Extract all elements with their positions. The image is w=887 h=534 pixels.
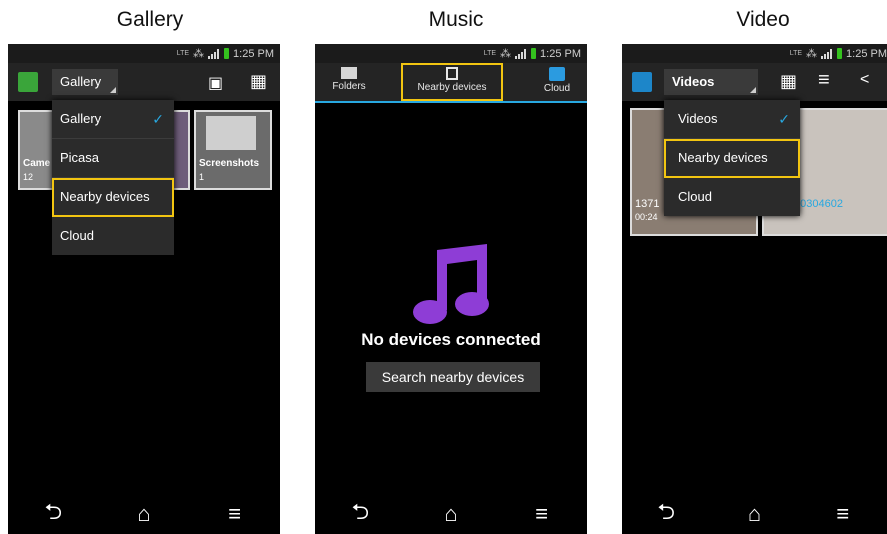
menu-icon[interactable]: ≡ <box>823 501 863 527</box>
tab-cloud[interactable]: Cloud <box>529 63 585 101</box>
back-icon[interactable]: ⮌ <box>33 495 73 533</box>
menu-item-label: Nearby devices <box>60 189 150 204</box>
video-dropdown-button[interactable]: Videos <box>664 69 758 95</box>
album-label: Came <box>23 158 51 169</box>
status-time: 1:25 PM <box>540 47 581 60</box>
battery-icon <box>531 48 537 59</box>
back-icon[interactable]: ⮌ <box>340 495 380 533</box>
search-button-label: Search nearby devices <box>381 369 525 385</box>
gallery-screen: LTE ⁂ 1:25 PM Gallery ▣ ▦ Came 12 Screen… <box>8 44 280 534</box>
nav-bar: ⮌ ⌂ ≡ <box>8 494 280 534</box>
menu-item-videos[interactable]: Videos ✓ <box>664 100 800 139</box>
nav-bar: ⮌ ⌂ ≡ <box>315 494 587 534</box>
network-label: LTE <box>176 50 190 57</box>
gallery-dropdown-menu: Gallery ✓ Picasa Nearby devices Cloud <box>52 100 174 255</box>
tab-label: Folders <box>332 81 366 92</box>
menu-item-nearby-devices[interactable]: Nearby devices <box>52 178 174 217</box>
home-icon[interactable]: ⌂ <box>734 501 774 527</box>
network-label: LTE <box>483 50 497 57</box>
gallery-app-icon <box>18 72 38 92</box>
empty-state-title: No devices connected <box>361 330 541 349</box>
album-count: 1 <box>199 172 205 182</box>
video-title: 1371 <box>635 198 660 210</box>
menu-icon[interactable]: ≡ <box>215 501 255 527</box>
menu-item-label: Videos <box>678 111 718 126</box>
battery-icon <box>837 48 843 59</box>
menu-icon[interactable]: ≡ <box>522 501 562 527</box>
video-screen: LTE ⁂ 1:25 PM Videos ▦ ≡ < 1371 00:24 20… <box>622 44 887 534</box>
signal-icon <box>208 48 220 59</box>
menu-item-picasa[interactable]: Picasa <box>52 139 174 178</box>
menu-item-label: Picasa <box>60 150 100 165</box>
network-label: LTE <box>789 50 803 57</box>
gallery-dropdown-button[interactable]: Gallery <box>52 69 118 95</box>
album-count: 12 <box>23 172 34 182</box>
menu-item-cloud[interactable]: Cloud <box>52 217 174 255</box>
video-dropdown-label: Videos <box>672 74 715 89</box>
video-action-bar: Videos ▦ ≡ < <box>622 63 887 101</box>
grid-view-icon[interactable]: ▦ <box>250 71 267 92</box>
menu-item-label: Cloud <box>60 228 94 243</box>
playlist-icon[interactable]: ≡ <box>818 69 830 92</box>
tab-label: Cloud <box>543 83 571 94</box>
menu-item-cloud[interactable]: Cloud <box>664 178 800 216</box>
video-caption: Video <box>736 8 790 31</box>
sync-icon: ⁂ <box>500 48 512 60</box>
signal-icon <box>821 48 833 59</box>
menu-item-label: Nearby devices <box>678 150 768 165</box>
menu-item-label: Cloud <box>678 189 712 204</box>
gallery-dropdown-label: Gallery <box>60 74 102 89</box>
gallery-caption: Gallery <box>116 8 184 31</box>
camera-icon[interactable]: ▣ <box>208 73 223 93</box>
cloud-icon <box>549 67 565 81</box>
sync-icon: ⁂ <box>193 48 205 60</box>
sync-icon: ⁂ <box>806 48 818 60</box>
tab-label: Nearby devices <box>417 82 487 93</box>
status-time: 1:25 PM <box>846 47 887 60</box>
nav-bar: ⮌ ⌂ ≡ <box>622 494 887 534</box>
menu-item-nearby-devices[interactable]: Nearby devices <box>664 139 800 178</box>
grid-view-icon[interactable]: ▦ <box>780 71 797 92</box>
status-bar: LTE ⁂ 1:25 PM <box>315 44 587 63</box>
music-note-icon <box>413 244 489 324</box>
folder-icon <box>341 67 357 79</box>
search-nearby-devices-button[interactable]: Search nearby devices <box>366 362 540 392</box>
status-bar: LTE ⁂ 1:25 PM <box>8 44 280 63</box>
battery-icon <box>224 48 230 59</box>
music-caption: Music <box>428 8 484 31</box>
gallery-action-bar: Gallery ▣ ▦ <box>8 63 280 101</box>
video-app-icon <box>632 72 652 92</box>
check-icon: ✓ <box>152 111 164 127</box>
album-label: Screenshots <box>199 158 260 169</box>
home-icon[interactable]: ⌂ <box>431 501 471 527</box>
share-icon[interactable]: < <box>860 71 869 89</box>
music-tab-bar: Folders Nearby devices Cloud <box>315 63 587 103</box>
signal-icon <box>515 48 527 59</box>
nearby-device-icon <box>446 67 458 80</box>
video-dropdown-menu: Videos ✓ Nearby devices Cloud <box>664 100 800 216</box>
album-screenshots[interactable]: Screenshots 1 <box>194 110 272 190</box>
home-icon[interactable]: ⌂ <box>124 501 164 527</box>
back-icon[interactable]: ⮌ <box>646 495 686 533</box>
check-icon: ✓ <box>778 111 790 127</box>
menu-item-gallery[interactable]: Gallery ✓ <box>52 100 174 139</box>
video-duration: 00:24 <box>635 212 658 222</box>
screenshot-preview <box>206 116 256 150</box>
video-title: 20304602 <box>794 198 843 210</box>
menu-item-label: Gallery <box>60 111 102 126</box>
tab-folders[interactable]: Folders <box>323 63 375 101</box>
status-time: 1:25 PM <box>233 47 274 60</box>
music-screen: LTE ⁂ 1:25 PM Folders Nearby devices Clo… <box>315 44 587 534</box>
tab-nearby-devices[interactable]: Nearby devices <box>401 63 503 101</box>
status-bar: LTE ⁂ 1:25 PM <box>622 44 887 63</box>
